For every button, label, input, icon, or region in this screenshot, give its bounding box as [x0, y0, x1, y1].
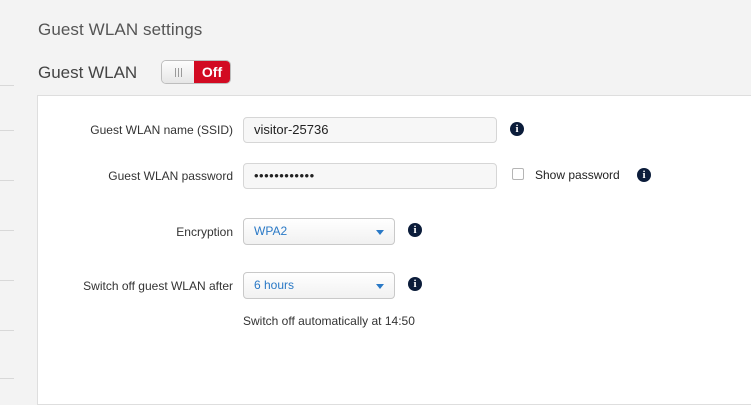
- guest-wlan-toggle[interactable]: Off: [161, 60, 231, 84]
- ssid-label: Guest WLAN name (SSID): [90, 123, 233, 137]
- info-icon[interactable]: i: [408, 277, 422, 291]
- toggle-knob[interactable]: [162, 61, 194, 83]
- rail-divider: [0, 230, 14, 231]
- password-label: Guest WLAN password: [108, 169, 233, 183]
- chevron-down-icon: [376, 284, 384, 289]
- rail-divider: [0, 280, 14, 281]
- encryption-select[interactable]: WPA2: [243, 218, 395, 245]
- ssid-input[interactable]: visitor-25736: [243, 117, 497, 143]
- encryption-label: Encryption: [176, 225, 233, 239]
- rail-divider: [0, 378, 14, 379]
- chevron-down-icon: [376, 230, 384, 235]
- switch-off-hint: Switch off automatically at 14:50: [243, 314, 415, 328]
- rail-divider: [0, 330, 14, 331]
- page-title: Guest WLAN settings: [38, 20, 203, 39]
- switch-off-label: Switch off guest WLAN after: [83, 279, 233, 293]
- password-input[interactable]: ••••••••••••: [243, 163, 497, 189]
- rail-divider: [0, 85, 14, 86]
- guest-wlan-label: Guest WLAN: [38, 63, 138, 82]
- rail-divider: [0, 180, 14, 181]
- rail-divider: [0, 130, 14, 131]
- encryption-value: WPA2: [254, 224, 288, 238]
- show-password-label[interactable]: Show password: [535, 168, 620, 182]
- info-icon[interactable]: i: [510, 122, 524, 136]
- switch-off-select[interactable]: 6 hours: [243, 272, 395, 299]
- show-password-checkbox[interactable]: [512, 168, 524, 180]
- info-icon[interactable]: i: [408, 223, 422, 237]
- info-icon[interactable]: i: [637, 168, 651, 182]
- toggle-state-label: Off: [194, 61, 230, 83]
- switch-off-value: 6 hours: [254, 278, 295, 292]
- left-rail: [0, 0, 14, 389]
